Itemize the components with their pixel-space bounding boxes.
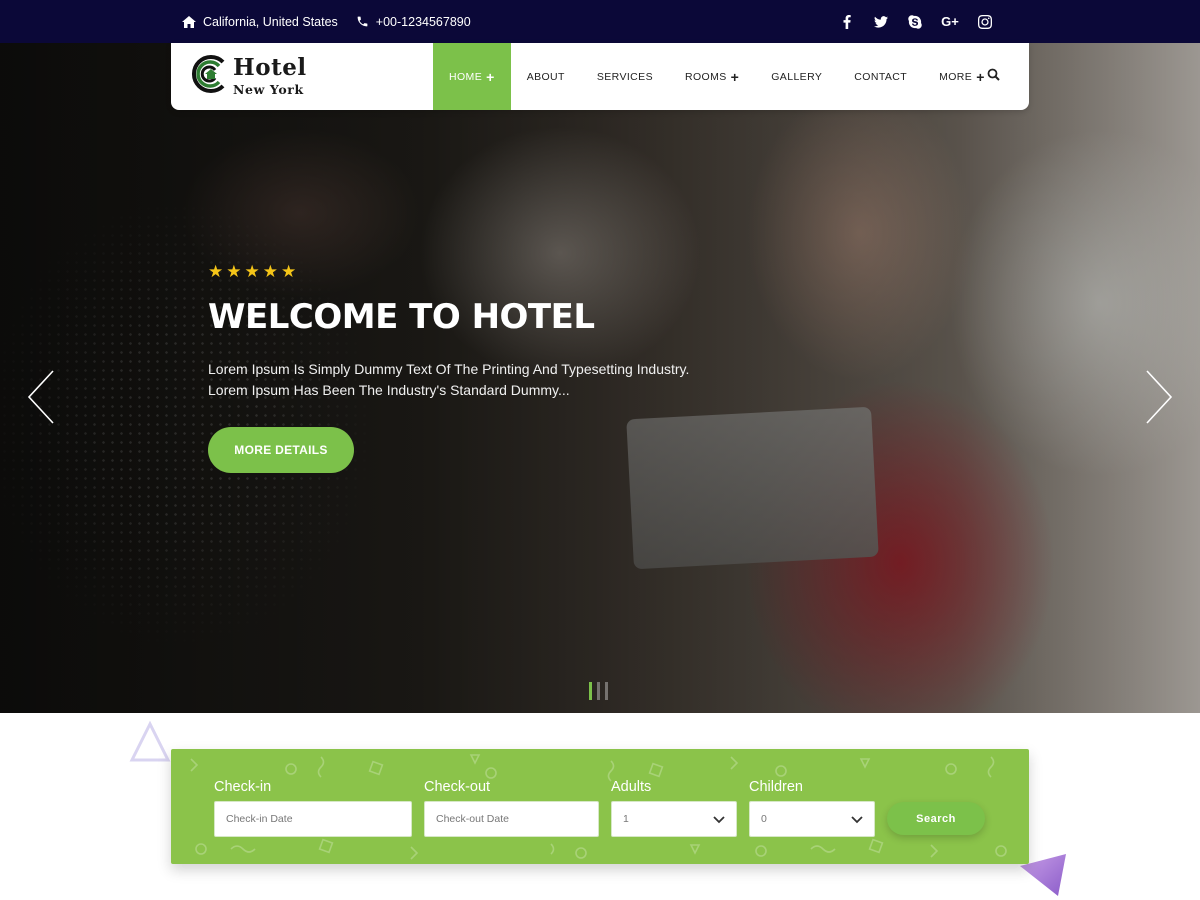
- checkout-field: Check-out Check-out Date: [424, 779, 599, 837]
- hero-title: WELCOME TO HOTEL: [208, 297, 595, 337]
- checkin-field: Check-in Check-in Date: [214, 779, 412, 837]
- phone-item[interactable]: +00-1234567890: [356, 15, 471, 29]
- adults-label: Adults: [611, 779, 652, 795]
- location-text: California, United States: [203, 14, 338, 29]
- nav-menu: HOME + ABOUT SERVICES ROOMS + GALLERY CO…: [433, 43, 1001, 110]
- checkin-input[interactable]: Check-in Date: [214, 801, 412, 837]
- star-icon: ★: [226, 262, 242, 281]
- slide-indicator[interactable]: [605, 682, 608, 700]
- twitter-icon[interactable]: [872, 13, 890, 31]
- adults-field: Adults 1: [611, 779, 737, 837]
- children-label: Children: [749, 779, 803, 795]
- booking-form: Check-in Check-in Date Check-out Check-o…: [171, 749, 1029, 864]
- search-button[interactable]: Search: [887, 802, 985, 835]
- star-icon: ★: [208, 262, 224, 281]
- star-rating: ★ ★ ★ ★ ★: [208, 263, 296, 281]
- chevron-right-icon: [1146, 370, 1173, 424]
- more-details-button[interactable]: MORE DETAILS: [208, 427, 354, 473]
- location-item: California, United States: [182, 15, 338, 29]
- phone-icon: [357, 16, 368, 27]
- hero-slider: ★ ★ ★ ★ ★ WELCOME TO HOTEL Lorem Ipsum I…: [0, 43, 1200, 713]
- checkout-input[interactable]: Check-out Date: [424, 801, 599, 837]
- nav-item-rooms[interactable]: ROOMS +: [669, 43, 755, 110]
- main-navbar: Hotel New York HOME + ABOUT SERVICES ROO…: [171, 43, 1029, 110]
- chevron-down-icon: [851, 816, 863, 824]
- star-icon: ★: [281, 262, 297, 281]
- plus-icon: +: [976, 68, 985, 85]
- hero-description: Lorem Ipsum Is Simply Dummy Text Of The …: [208, 361, 690, 398]
- adults-value: 1: [623, 813, 629, 825]
- top-bar: California, United States +00-1234567890…: [0, 0, 1200, 43]
- contact-info: California, United States +00-1234567890: [182, 0, 471, 43]
- nav-item-services[interactable]: SERVICES: [581, 43, 669, 110]
- children-select[interactable]: 0: [749, 801, 875, 837]
- slider-indicators: [589, 682, 608, 700]
- nav-item-label: ABOUT: [526, 70, 565, 83]
- plus-icon: +: [486, 68, 495, 85]
- checkin-label: Check-in: [214, 779, 272, 795]
- slide-indicator[interactable]: [597, 682, 600, 700]
- chevron-down-icon: [713, 816, 725, 824]
- nav-item-home[interactable]: HOME +: [433, 43, 511, 110]
- logo-city: New York: [233, 82, 304, 97]
- search-icon[interactable]: [986, 67, 1002, 83]
- social-links: G+: [838, 0, 994, 43]
- nav-item-label: SERVICES: [596, 70, 653, 83]
- skype-icon[interactable]: [906, 13, 924, 31]
- nav-item-gallery[interactable]: GALLERY: [755, 43, 838, 110]
- home-icon: [182, 15, 196, 28]
- nav-item-contact[interactable]: CONTACT: [838, 43, 923, 110]
- logo-name: Hotel: [233, 54, 307, 81]
- nav-item-about[interactable]: ABOUT: [511, 43, 581, 110]
- hotel-logo[interactable]: Hotel New York: [189, 52, 319, 102]
- nav-item-label: CONTACT: [854, 70, 908, 83]
- logo-mark-icon: [191, 55, 225, 93]
- children-field: Children 0: [749, 779, 875, 837]
- adults-select[interactable]: 1: [611, 801, 737, 837]
- nav-item-label: ROOMS: [684, 70, 727, 83]
- nav-item-label: HOME: [449, 70, 483, 83]
- checkout-label: Check-out: [424, 779, 491, 795]
- star-icon: ★: [244, 262, 260, 281]
- facebook-icon[interactable]: [838, 13, 856, 31]
- children-value: 0: [761, 813, 767, 825]
- slider-next-arrow[interactable]: [1144, 369, 1174, 425]
- instagram-icon[interactable]: [976, 13, 994, 31]
- plus-icon: +: [730, 68, 740, 85]
- star-icon: ★: [262, 262, 278, 281]
- phone-text[interactable]: +00-1234567890: [376, 15, 471, 29]
- slide-indicator[interactable]: [589, 682, 592, 700]
- checkin-placeholder: Check-in Date: [226, 813, 293, 825]
- checkout-placeholder: Check-out Date: [436, 813, 509, 825]
- nav-item-label: MORE: [939, 70, 973, 83]
- chevron-left-icon: [27, 370, 54, 424]
- decorative-triangle-icon: [129, 720, 171, 762]
- slider-prev-arrow[interactable]: [26, 369, 56, 425]
- google-plus-icon[interactable]: G+: [940, 13, 960, 31]
- nav-item-label: GALLERY: [771, 70, 823, 83]
